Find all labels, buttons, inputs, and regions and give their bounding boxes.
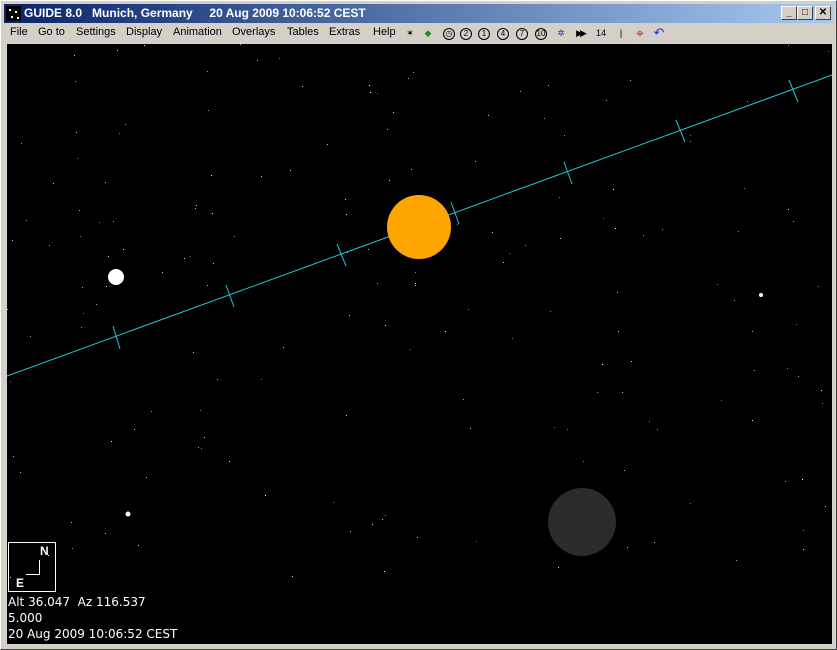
planet-dot[interactable] — [125, 511, 131, 517]
field-readout: 5.000 — [8, 611, 43, 625]
zoom-2-label: 2 — [460, 28, 472, 41]
compass-north-line — [39, 560, 40, 575]
step-14-icon[interactable]: 14 — [592, 25, 610, 41]
zoom-1-icon[interactable]: 1 — [476, 25, 492, 41]
title-bar[interactable]: GUIDE 8.0 Munich, Germany 20 Aug 2009 10… — [4, 4, 833, 23]
fast-forward-icon[interactable]: ▶▶ — [571, 25, 589, 41]
zoom-2-icon[interactable]: 2 — [458, 25, 474, 41]
minimize-button[interactable]: _ — [781, 6, 797, 20]
zoom-10-label: 10 — [535, 28, 547, 41]
datetime-readout: 20 Aug 2009 10:06:52 CEST — [8, 627, 178, 641]
ecliptic-ticks — [112, 79, 799, 350]
ecliptic-tick — [112, 325, 121, 350]
menu-settings[interactable]: Settings — [76, 26, 116, 38]
network-icon[interactable]: ✲ — [553, 25, 569, 41]
target-icon[interactable]: ⌖ — [632, 25, 648, 41]
menu-help[interactable]: Help — [373, 26, 396, 38]
bright-star[interactable] — [108, 269, 124, 285]
alt-az-readout: Alt 36.047 Az 116.537 — [8, 595, 146, 609]
clock-label: ◷ — [443, 28, 455, 41]
ecliptic-tick — [788, 79, 799, 103]
menu-go-to[interactable]: Go to — [38, 26, 65, 38]
moon[interactable] — [548, 488, 616, 556]
sun[interactable] — [387, 195, 451, 259]
zoom-4-icon[interactable]: 4 — [495, 25, 511, 41]
ecliptic-tick — [450, 201, 460, 225]
sky-overlay — [7, 74, 832, 556]
zoom-7-label: 7 — [516, 28, 528, 41]
title-location: Munich, Germany — [92, 6, 193, 20]
clock-icon[interactable]: ◷ — [441, 25, 457, 41]
title-app: GUIDE 8.0 — [24, 6, 83, 20]
planet-dot[interactable] — [759, 293, 763, 297]
menu-animation[interactable]: Animation — [173, 26, 222, 38]
pause-bar-icon[interactable]: | — [613, 25, 629, 41]
menu-file[interactable]: File — [10, 26, 28, 38]
maximize-button[interactable]: □ — [797, 6, 813, 20]
leaf-tool-icon[interactable]: ◆ — [420, 25, 436, 41]
title-datetime: 20 Aug 2009 10:06:52 CEST — [209, 6, 366, 20]
star-tool-icon[interactable]: ✶ — [402, 25, 418, 41]
compass-east-line — [26, 574, 40, 575]
menu-display[interactable]: Display — [126, 26, 162, 38]
window-title: GUIDE 8.0 Munich, Germany 20 Aug 2009 10… — [24, 4, 366, 23]
menu-extras[interactable]: Extras — [329, 26, 360, 38]
zoom-10-icon[interactable]: 10 — [533, 25, 549, 41]
close-button[interactable]: ✕ — [815, 6, 831, 20]
app-icon[interactable] — [6, 6, 21, 21]
guide-window: GUIDE 8.0 Munich, Germany 20 Aug 2009 10… — [0, 0, 837, 650]
compass-east-label: E — [16, 576, 25, 590]
menu-bar: File Go to Settings Display Animation Ov… — [4, 23, 833, 43]
ecliptic-tick — [563, 161, 573, 185]
compass-north-label: N — [40, 544, 49, 558]
sky-chart-canvas[interactable]: N E Alt 36.047 Az 116.537 5.000 20 Aug 2… — [7, 44, 832, 644]
zoom-7-icon[interactable]: 7 — [514, 25, 530, 41]
zoom-1-label: 1 — [478, 28, 490, 41]
zoom-4-label: 4 — [497, 28, 509, 41]
menu-tables[interactable]: Tables — [287, 26, 319, 38]
compass-box: N E — [8, 542, 56, 592]
undo-icon[interactable]: ↶ — [651, 25, 667, 41]
menu-overlays[interactable]: Overlays — [232, 26, 275, 38]
